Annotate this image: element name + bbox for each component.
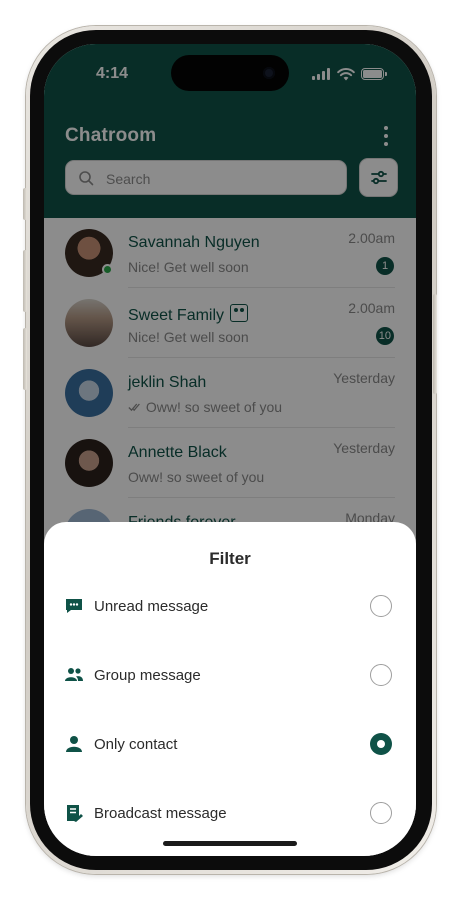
chat-bubble-icon (66, 599, 82, 613)
home-indicator[interactable] (163, 841, 297, 846)
phone-screen: 4:14 Chatroom Search Savannah Nguyen Nic… (44, 44, 416, 856)
group-icon (65, 668, 83, 681)
volume-up-button (23, 250, 27, 312)
radio-broadcast[interactable] (370, 802, 392, 824)
radio-contact[interactable] (370, 733, 392, 755)
radio-group[interactable] (370, 664, 392, 686)
broadcast-icon (67, 805, 83, 822)
sheet-title: Filter (209, 549, 251, 568)
volume-down-button (23, 328, 27, 390)
filter-option-unread[interactable]: Unread message (44, 586, 416, 626)
person-icon (66, 736, 82, 752)
power-button (433, 294, 437, 394)
option-label: Broadcast message (94, 805, 227, 822)
filter-option-broadcast[interactable]: Broadcast message (44, 793, 416, 833)
option-label: Group message (94, 667, 201, 684)
radio-unread[interactable] (370, 595, 392, 617)
filter-option-group[interactable]: Group message (44, 655, 416, 695)
mute-switch (23, 188, 27, 220)
filter-option-contact[interactable]: Only contact (44, 724, 416, 764)
option-label: Unread message (94, 598, 209, 615)
filter-bottom-sheet: Filter Unread message Group message Only… (44, 522, 416, 856)
option-label: Only contact (94, 736, 178, 753)
